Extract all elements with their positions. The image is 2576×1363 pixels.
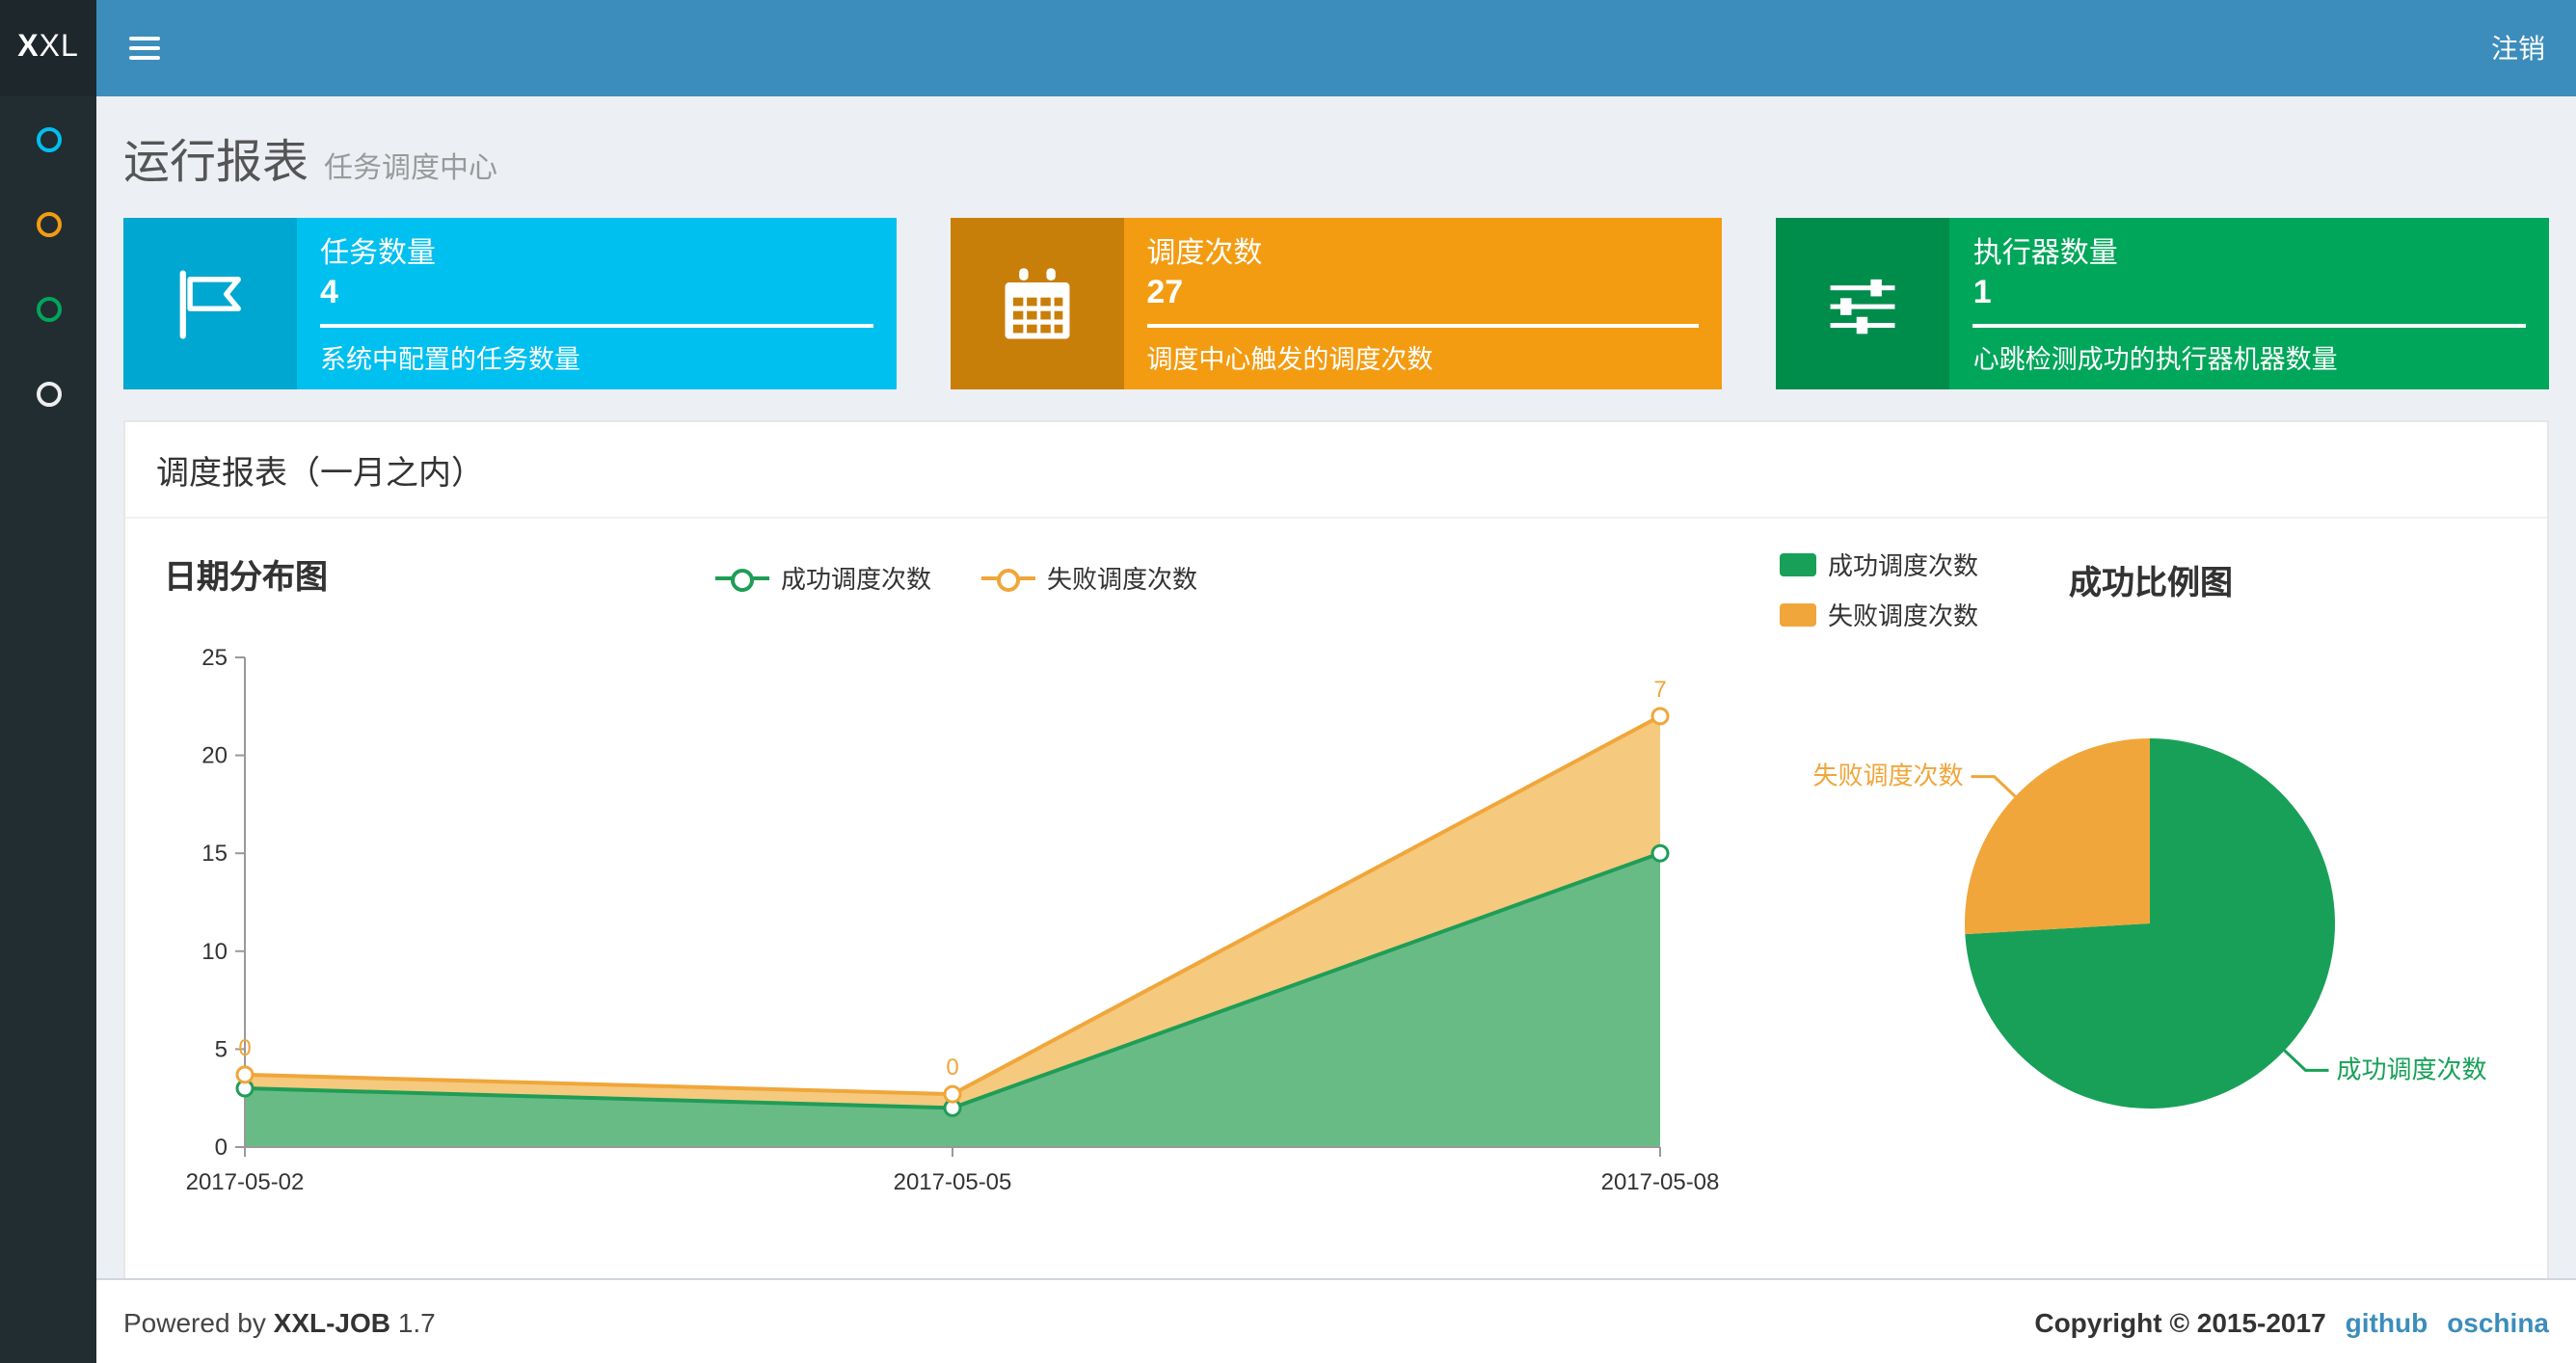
- date-distribution-section: 日期分布图 成功调度次数 失败调度次数 0 5 10 15 20 25 2017…: [156, 542, 1757, 1249]
- github-link[interactable]: github: [2346, 1306, 2428, 1337]
- line-chart-legend: 成功调度次数 失败调度次数: [156, 559, 1757, 596]
- legend-item-success[interactable]: 成功调度次数: [714, 559, 931, 596]
- info-box-triggers: 调度次数 27 调度中心触发的调度次数: [950, 218, 1723, 389]
- pie-chart-title: 成功比例图: [2069, 565, 2233, 601]
- sidebar-item-4[interactable]: [0, 351, 96, 436]
- info-box-title: 调度次数: [1146, 237, 1263, 270]
- progress-line: [320, 324, 873, 328]
- circle-outline-icon: [36, 211, 61, 236]
- svg-text:20: 20: [201, 743, 228, 769]
- svg-text:0: 0: [946, 1055, 958, 1081]
- legend-label: 失败调度次数: [1828, 601, 1979, 630]
- info-box-title: 执行器数量: [1972, 237, 2118, 270]
- page-subtitle: 任务调度中心: [324, 152, 498, 185]
- info-box-value: 1: [1972, 274, 1992, 310]
- line-series-marker-icon: [714, 566, 769, 591]
- logout-link[interactable]: 注销: [2460, 29, 2576, 67]
- progress-line: [1146, 324, 1700, 328]
- logo-bold: X: [17, 31, 40, 64]
- legend-item-fail[interactable]: 失败调度次数: [981, 559, 1197, 596]
- page-title: 运行报表 任务调度中心: [123, 123, 2549, 191]
- svg-text:2017-05-08: 2017-05-08: [1601, 1169, 1720, 1195]
- pie-swatch-icon: [1780, 602, 1816, 626]
- date-distribution-chart: 05101520252017-05-02 2017-05-05 2017-05-08…: [186, 645, 1720, 1195]
- info-box-jobs: 任务数量 4 系统中配置的任务数量: [123, 218, 897, 389]
- version-text: 1.7: [397, 1306, 436, 1337]
- brand-name: XXL-JOB: [273, 1306, 391, 1337]
- svg-text:0: 0: [215, 1135, 228, 1161]
- copyright-text: Copyright © 2015-2017: [2034, 1306, 2326, 1337]
- svg-text:15: 15: [201, 841, 228, 867]
- info-box-description: 系统中配置的任务数量: [320, 345, 580, 374]
- app-logo[interactable]: XXL: [0, 0, 96, 96]
- success-ratio-section: 成功调度次数 失败调度次数 成功比例图 成功调度次数 失败调度次数: [1757, 542, 2516, 1249]
- svg-text:10: 10: [201, 939, 228, 965]
- svg-text:7: 7: [1653, 677, 1666, 703]
- oschina-link[interactable]: oschina: [2447, 1306, 2549, 1337]
- report-panel: 调度报表（一月之内） 日期分布图 成功调度次数 失败调度次数 0 5 10 15…: [123, 420, 2549, 1282]
- panel-title: 调度报表（一月之内）: [125, 422, 2547, 519]
- content-area: 运行报表 任务调度中心 任务数量 4 系统中配置的任务数量 调度次数 27 调度…: [96, 96, 2576, 1282]
- hamburger-icon: [129, 37, 160, 40]
- line-series-marker-icon: [981, 566, 1035, 591]
- navbar: 注销: [96, 0, 2576, 96]
- svg-text:2017-05-02: 2017-05-02: [186, 1169, 305, 1195]
- powered-by: Powered by XXL-JOB 1.7: [123, 1306, 436, 1337]
- page-header: 运行报表 任务调度中心: [96, 96, 2576, 191]
- sidebar-item-1[interactable]: [0, 96, 96, 181]
- legend-label: 成功调度次数: [780, 565, 931, 594]
- svg-text:25: 25: [201, 645, 228, 671]
- legend-label: 成功调度次数: [1828, 551, 1979, 580]
- circle-outline-icon: [36, 296, 61, 321]
- progress-line: [1972, 324, 2527, 328]
- legend-label: 失败调度次数: [1047, 565, 1198, 594]
- success-ratio-pie-chart: 成功调度次数 失败调度次数: [1813, 738, 2486, 1109]
- pie-chart-legend: 成功调度次数 失败调度次数: [1780, 546, 1978, 632]
- info-box-description: 心跳检测成功的执行器机器数量: [1972, 345, 2338, 374]
- circle-outline-icon: [36, 126, 61, 151]
- info-box-value: 27: [1146, 274, 1184, 310]
- app-root: XXL 注销 运行报表 任务调度中心 任务数量 4 系统中配置的任务数量 调度次…: [0, 0, 2576, 1363]
- page-title-text: 运行报表: [123, 137, 309, 189]
- calendar-icon: [950, 218, 1124, 389]
- summary-boxes: 任务数量 4 系统中配置的任务数量 调度次数 27 调度中心触发的调度次数 执行…: [123, 218, 2550, 389]
- sidebar-item-2[interactable]: [0, 181, 96, 266]
- info-box-value: 4: [320, 274, 338, 310]
- footer: Powered by XXL-JOB 1.7 Copyright © 2015-…: [96, 1278, 2576, 1363]
- svg-text:2017-05-05: 2017-05-05: [894, 1169, 1012, 1195]
- sliders-icon: [1776, 218, 1950, 389]
- top-navbar: XXL 注销: [0, 0, 2576, 96]
- svg-text:0: 0: [238, 1035, 251, 1061]
- svg-text:失败调度次数: 失败调度次数: [1813, 762, 1964, 790]
- circle-outline-icon: [36, 381, 61, 406]
- sidebar: [0, 96, 96, 1363]
- info-box-executors: 执行器数量 1 心跳检测成功的执行器机器数量: [1776, 218, 2550, 389]
- info-box-title: 任务数量: [320, 237, 437, 270]
- svg-text:成功调度次数: 成功调度次数: [2336, 1055, 2486, 1083]
- sidebar-toggle-button[interactable]: [96, 31, 193, 66]
- legend-item-fail[interactable]: 失败调度次数: [1780, 596, 1978, 632]
- sidebar-item-3[interactable]: [0, 266, 96, 351]
- svg-text:5: 5: [215, 1036, 228, 1062]
- info-box-description: 调度中心触发的调度次数: [1146, 345, 1434, 374]
- pie-swatch-icon: [1780, 552, 1816, 575]
- logo-rest: XL: [39, 31, 79, 64]
- flag-icon: [123, 218, 297, 389]
- legend-item-success[interactable]: 成功调度次数: [1780, 546, 1978, 582]
